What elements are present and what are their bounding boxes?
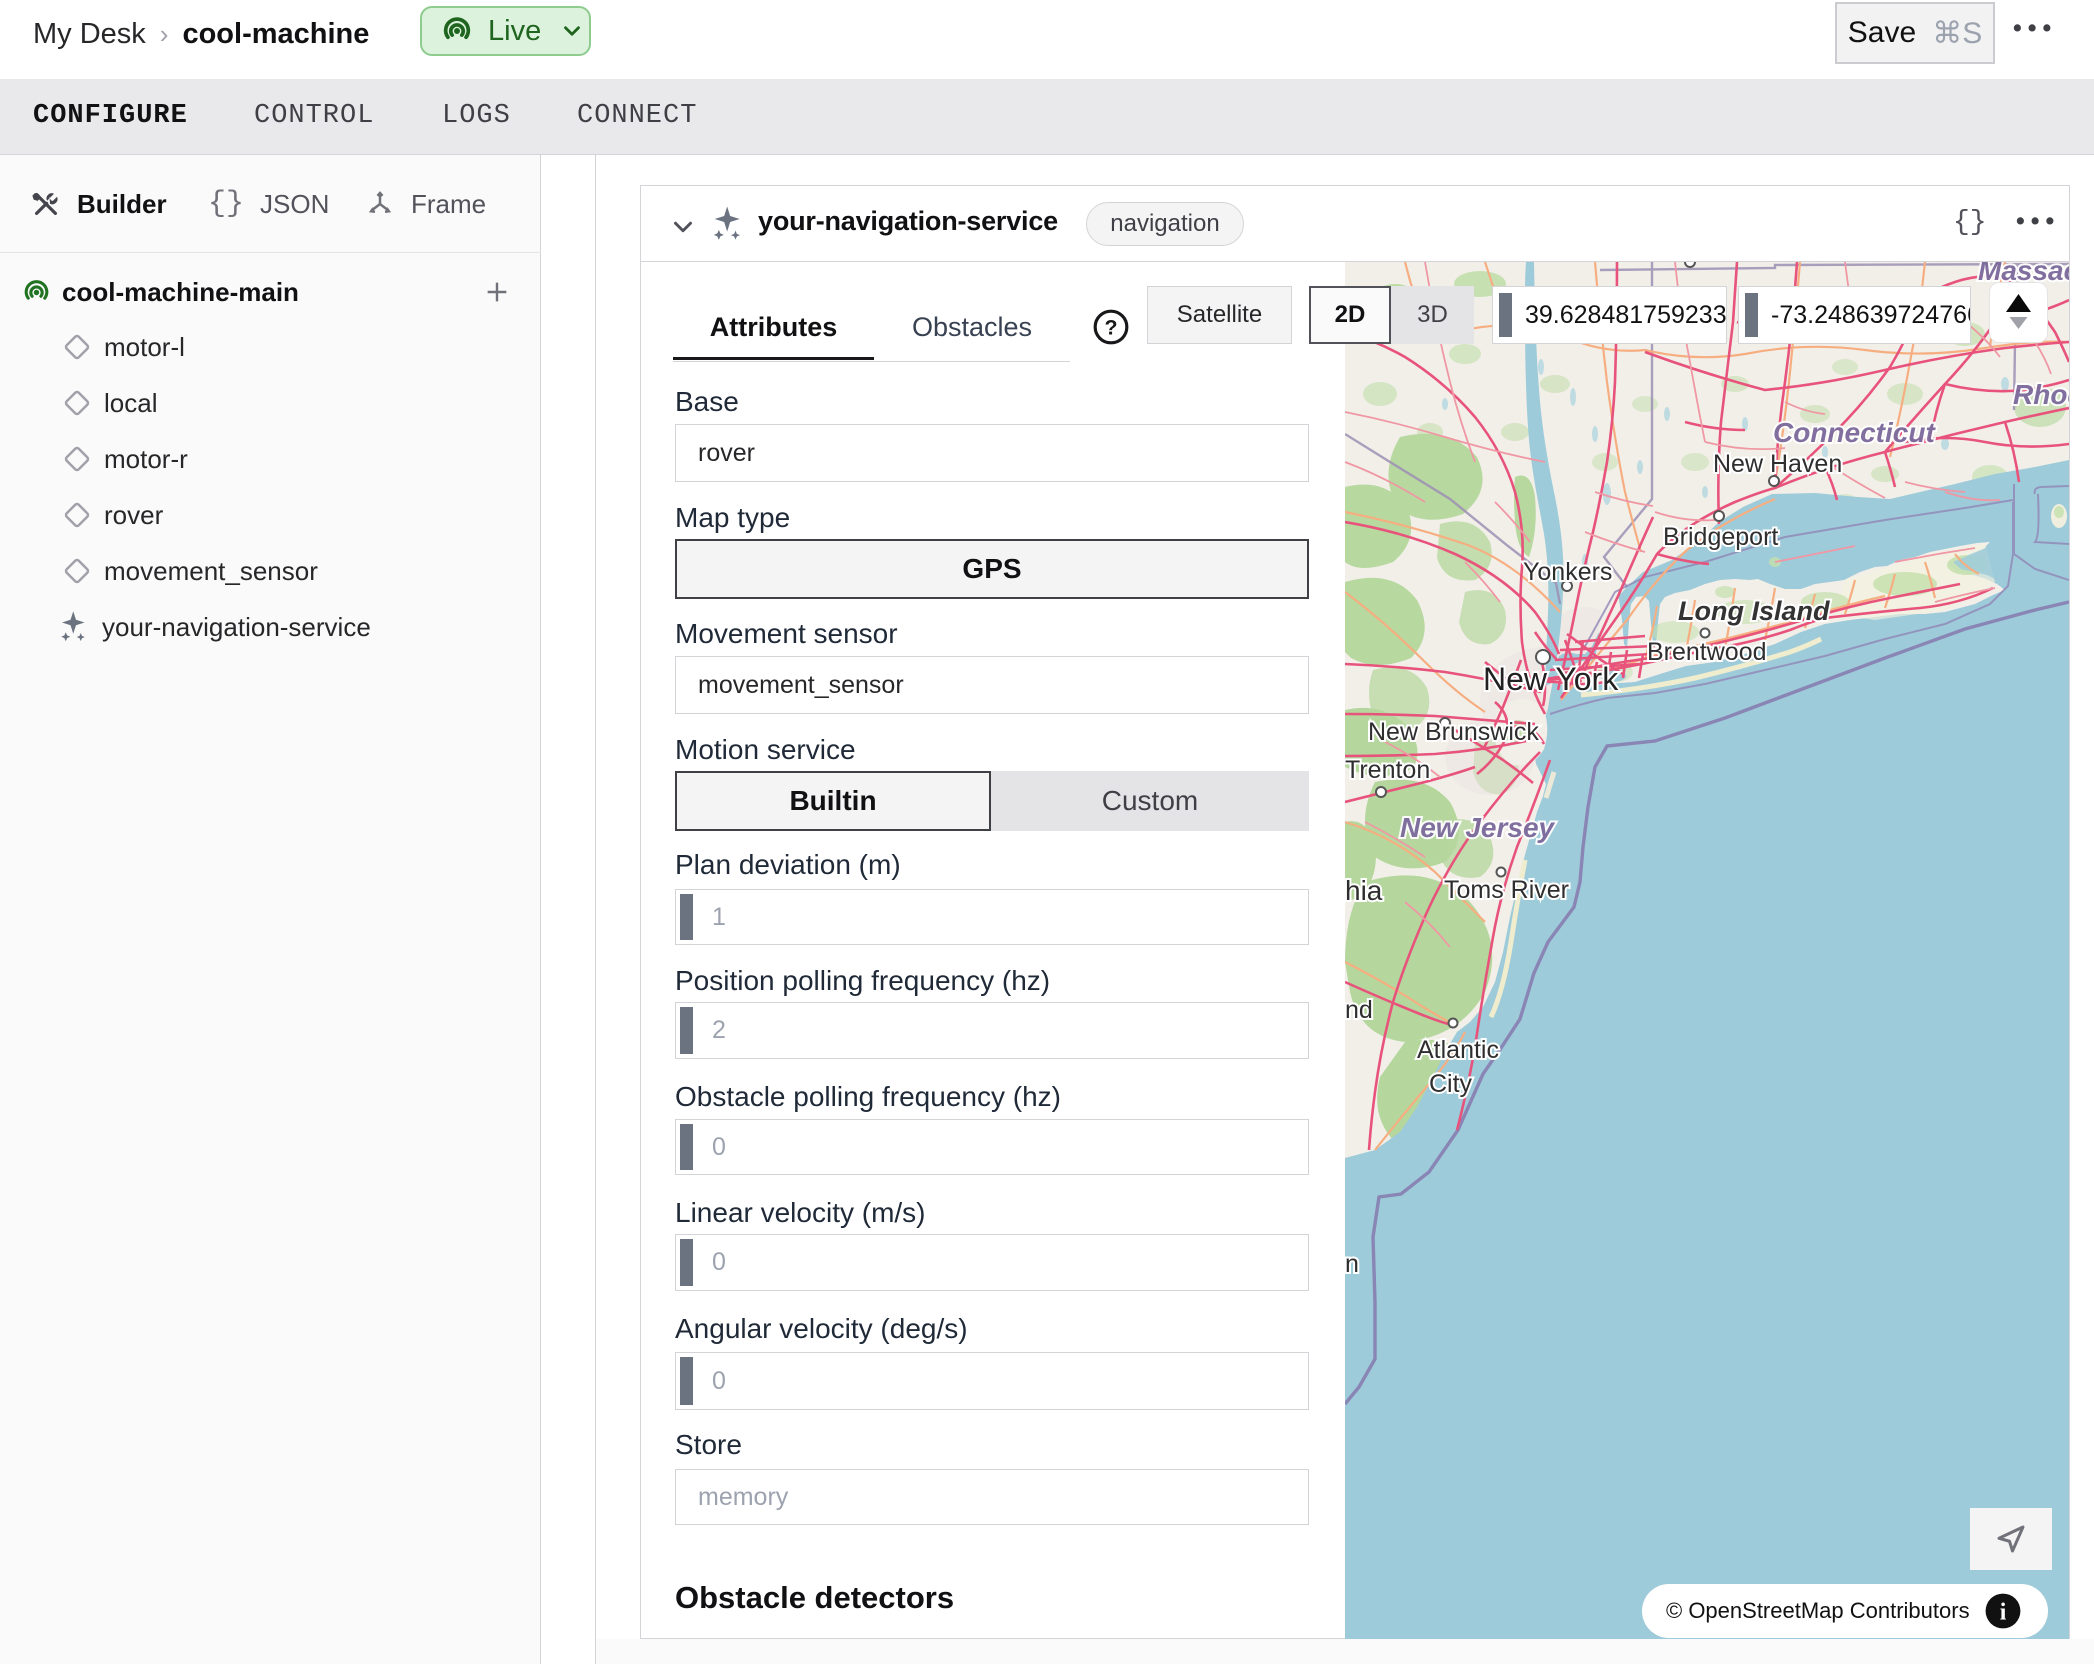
svg-text:Toms River: Toms River <box>1444 876 1569 904</box>
svg-text:Long Island: Long Island <box>1678 596 1830 626</box>
svg-text:hia: hia <box>1345 875 1383 906</box>
svg-text:New Jersey: New Jersey <box>1400 812 1556 843</box>
svg-text:New Haven: New Haven <box>1713 450 1842 478</box>
svg-text:Connecticut: Connecticut <box>1773 417 1936 448</box>
svg-text:Rhod: Rhod <box>2013 379 2069 410</box>
svg-text:n: n <box>1345 1250 1359 1278</box>
svg-text:New Brunswick: New Brunswick <box>1368 718 1539 746</box>
svg-text:Trenton: Trenton <box>1345 756 1430 784</box>
svg-text:New York: New York <box>1483 661 1619 697</box>
svg-text:Yonkers: Yonkers <box>1523 558 1612 586</box>
svg-text:nd: nd <box>1345 996 1373 1024</box>
svg-text:Brentwood: Brentwood <box>1647 638 1767 666</box>
svg-text:i: i <box>1999 1600 2006 1626</box>
svg-text:City: City <box>1429 1070 1473 1098</box>
svg-text:Bridgeport: Bridgeport <box>1663 523 1778 551</box>
svg-text:Atlantic: Atlantic <box>1417 1036 1499 1064</box>
svg-text:?: ? <box>1104 316 1117 340</box>
